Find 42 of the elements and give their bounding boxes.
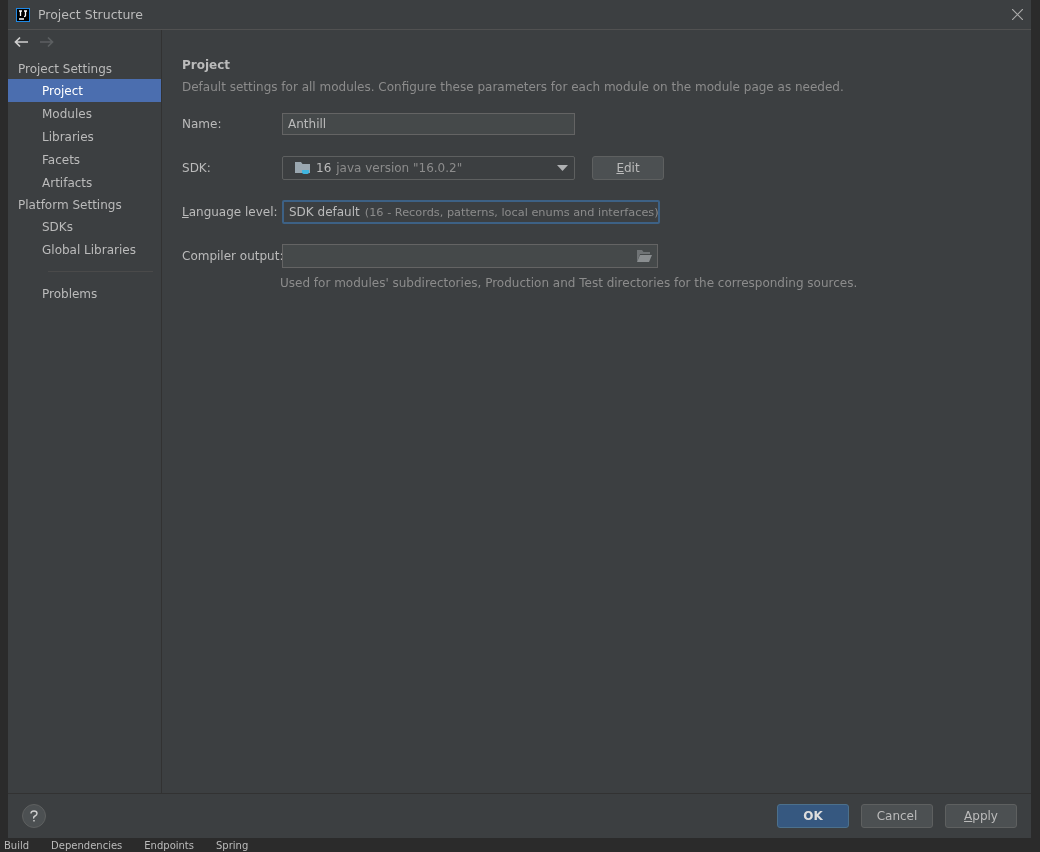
sidebar-group-heading: Platform Settings <box>17 196 123 214</box>
help-button[interactable] <box>22 804 46 828</box>
compiler-output-hint: Used for modules' subdirectories, Production and Test directories for the corresponding sources. <box>280 276 859 290</box>
sidebar-item[interactable]: Global Libraries <box>8 238 161 261</box>
back-arrow-icon[interactable] <box>14 36 29 48</box>
sidebar-item[interactable]: Artifacts <box>8 171 161 194</box>
name-field[interactable]: Anthill <box>282 113 575 135</box>
tool-window-tab[interactable]: Dependencies <box>51 839 123 851</box>
folder-icon <box>295 161 311 175</box>
question-mark-icon <box>30 810 38 822</box>
sdk-version: 16 <box>316 161 332 175</box>
field-label: Language level: <box>182 205 279 219</box>
section-title: Project <box>182 58 232 72</box>
language-level-detail: (16 - Records, patterns, local enums and interfaces) <box>364 205 659 219</box>
dialog-button[interactable]: Apply <box>945 804 1017 828</box>
edit-button[interactable]: Edit <box>592 156 664 180</box>
sdk-dropdown[interactable]: 16 java version "16.0.2" <box>282 156 575 180</box>
window-title: Project Structure <box>38 7 144 22</box>
sidebar-item[interactable]: Facets <box>8 148 161 171</box>
language-level-dropdown[interactable]: SDK default (16 - Records, patterns, local enums and interfaces) <box>282 200 660 224</box>
sidebar-item[interactable]: SDKs <box>8 215 161 238</box>
dropdown-arrow-icon <box>557 165 568 171</box>
dialog-button[interactable]: Cancel <box>861 804 933 828</box>
tool-window-tab[interactable]: Endpoints <box>144 839 194 851</box>
close-icon[interactable] <box>1012 9 1023 20</box>
sidebar-item[interactable]: Project <box>8 79 161 102</box>
sidebar-item[interactable]: Problems <box>8 282 161 305</box>
language-level-value: SDK default <box>289 205 360 219</box>
section-description: Default settings for all modules. Configure these parameters for each module on the module page as needed. <box>182 80 845 94</box>
folder-icon[interactable] <box>637 250 652 262</box>
tool-window-tab[interactable]: Build <box>4 839 30 851</box>
tool-window-tab[interactable]: Spring <box>216 839 249 851</box>
sidebar-item[interactable]: Libraries <box>8 125 161 148</box>
sdk-detail: java version "16.0.2" <box>336 161 464 175</box>
app-logo-icon <box>16 7 30 22</box>
dialog-button[interactable]: OK <box>777 804 849 828</box>
field-label: Compiler output: <box>182 249 282 263</box>
field-label: Name: <box>182 117 223 131</box>
sidebar-item[interactable]: Modules <box>8 102 161 125</box>
compiler-output-field[interactable] <box>282 244 658 268</box>
field-label: SDK: <box>182 161 212 175</box>
sidebar-group-heading: Project Settings <box>17 60 114 78</box>
